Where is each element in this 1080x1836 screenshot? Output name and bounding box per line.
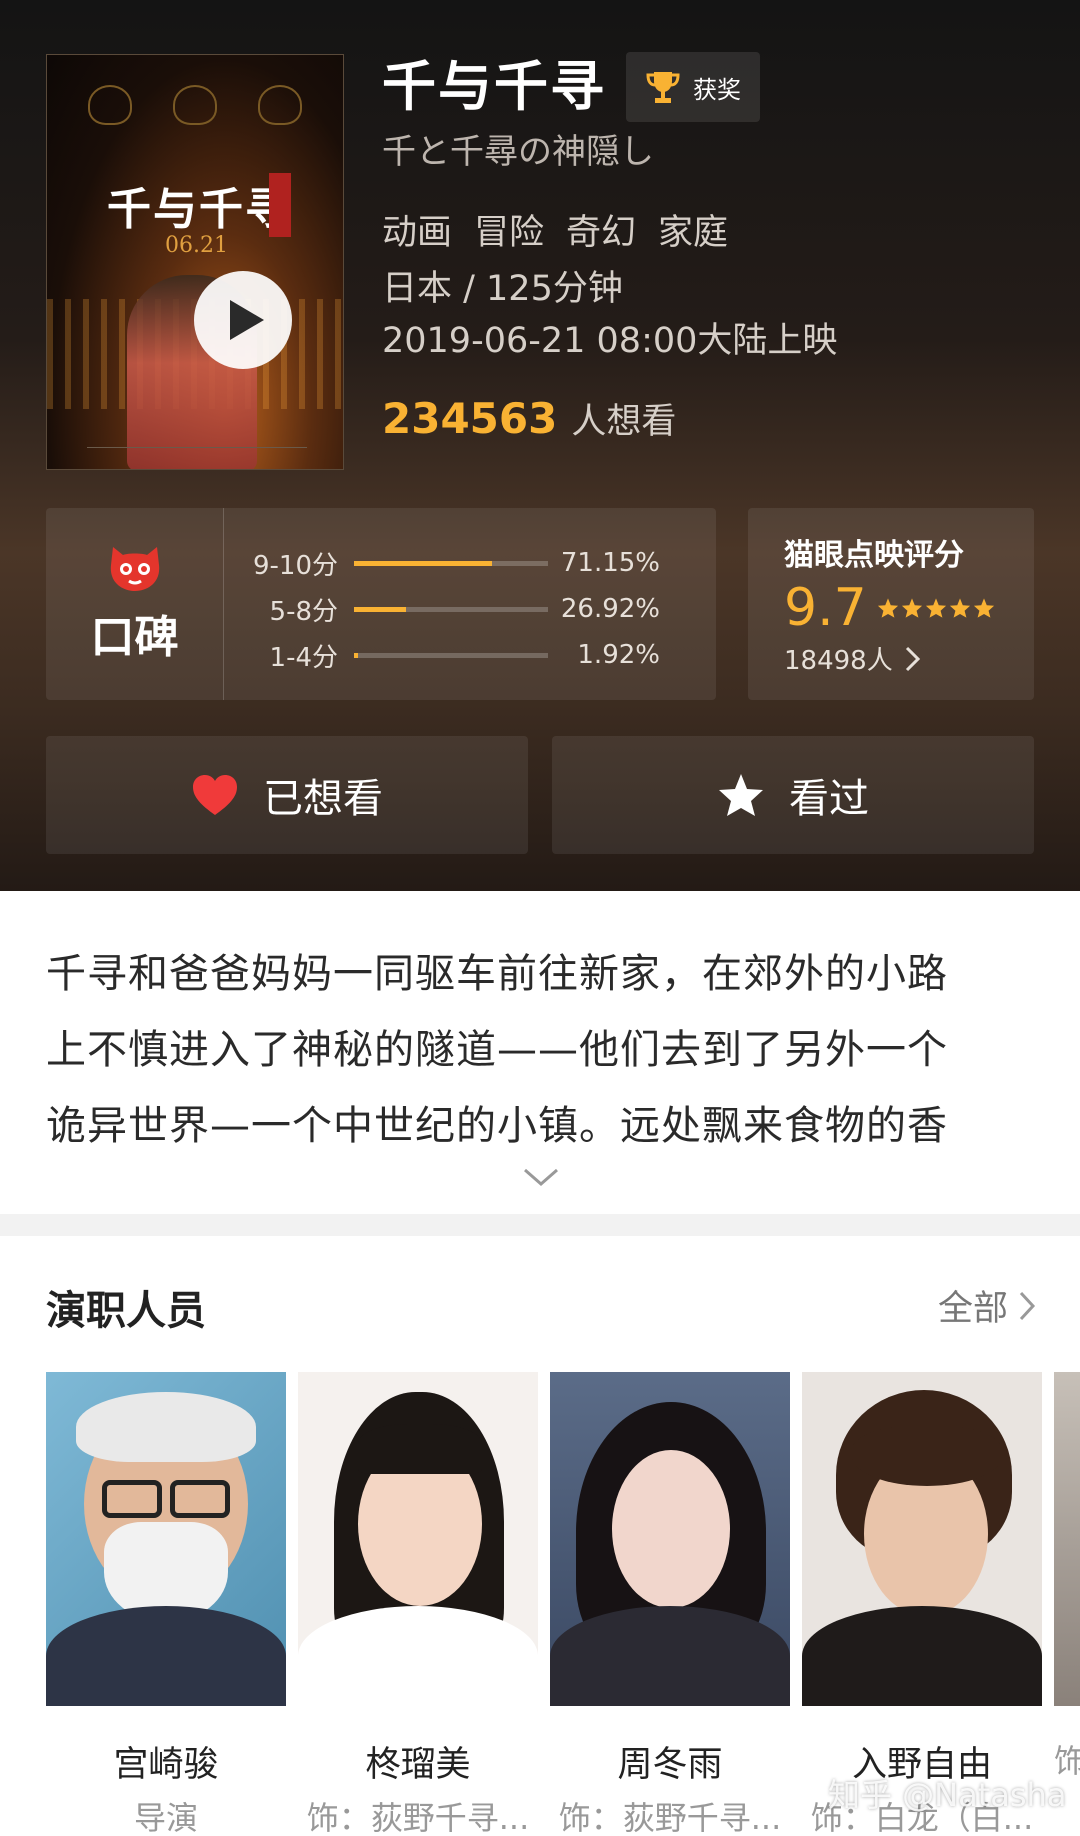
cast-name: 宫崎骏 bbox=[113, 1745, 219, 1785]
country-duration: 日本 / 125分钟 bbox=[382, 269, 623, 309]
cast-card[interactable]: 周冬雨 饰：荻野千寻... bbox=[550, 1372, 790, 1836]
poster-laurel bbox=[172, 85, 217, 125]
cast-card[interactable]: 宫崎骏 导演 bbox=[46, 1372, 286, 1836]
genre-tag: 冒险 bbox=[474, 213, 545, 253]
chevron-right-icon bbox=[1019, 1291, 1036, 1320]
poster-date: 06.21 bbox=[165, 233, 228, 258]
rating-star-icon bbox=[973, 598, 994, 618]
trophy-icon bbox=[646, 72, 680, 103]
poster-title: 千与千寻 bbox=[107, 184, 291, 235]
cast-view-all-label: 全部 bbox=[937, 1289, 1008, 1329]
poster-seal bbox=[269, 173, 291, 237]
score-value: 9.7 bbox=[784, 578, 867, 638]
cast-card[interactable]: 入野自由 饰：白龙（白... bbox=[802, 1372, 1042, 1836]
rating-row: 9-10分 71.15% bbox=[224, 540, 716, 586]
chevron-right-icon bbox=[905, 646, 920, 671]
rating-row: 5-8分 26.92% bbox=[224, 586, 716, 632]
rating-percent: 26.92% bbox=[560, 594, 660, 624]
rating-star-icon bbox=[949, 598, 970, 618]
chevron-down-icon bbox=[524, 1168, 558, 1186]
rating-star-icon bbox=[877, 598, 898, 618]
cast-name: 周冬雨 bbox=[617, 1745, 723, 1785]
award-label: 获奖 bbox=[693, 75, 741, 104]
cast-photo bbox=[46, 1372, 286, 1706]
cast-view-all[interactable]: 全部 bbox=[938, 1280, 1038, 1331]
synopsis-line: 诡异世界—一个中世纪的小镇。远处飘来食物的香 bbox=[46, 1103, 948, 1149]
score-title: 猫眼点映评分 bbox=[784, 538, 964, 573]
release-info: 2019-06-21 08:00大陆上映 bbox=[382, 321, 838, 361]
cast-card[interactable]: 饰 bbox=[1054, 1372, 1080, 1782]
rating-star-icon bbox=[901, 598, 922, 618]
cast-role: 饰：荻野千寻... bbox=[558, 1799, 782, 1836]
heart-icon bbox=[193, 775, 237, 815]
rating-bar-fill bbox=[354, 652, 358, 658]
genre-tag: 奇幻 bbox=[566, 213, 637, 253]
watermark: 知乎 @Natasha bbox=[828, 1776, 1067, 1814]
cast-list[interactable]: 宫崎骏 导演 柊瑠美 饰：荻野千寻... 周冬雨 饰：荻野千寻... 入野自由 … bbox=[46, 1372, 1080, 1836]
movie-poster[interactable]: 千与千寻 06.21 bbox=[46, 54, 344, 470]
synopsis-line: 上不慎进入了神秘的隧道——他们去到了另外一个 bbox=[46, 1027, 948, 1073]
rating-row: 1-4分 1.92% bbox=[224, 632, 716, 678]
movie-info: 千与千寻 获奖 千と千尋の神隠し 动画 冒险 奇幻 家庭 日本 / 125分钟 … bbox=[382, 52, 837, 444]
koubei-label: 口碑 bbox=[90, 612, 179, 663]
koubei-logo: 口碑 bbox=[46, 508, 224, 700]
cast-photo bbox=[550, 1372, 790, 1706]
synopsis-line: 千寻和爸爸妈妈一同驱车前往新家，在郊外的小路 bbox=[46, 951, 948, 997]
cast-name: 柊瑠美 bbox=[365, 1745, 471, 1785]
cast-photo bbox=[802, 1372, 1042, 1706]
rating-count: 18498人 bbox=[784, 646, 893, 676]
rating-percent: 71.15% bbox=[560, 548, 660, 578]
rating-range: 5-8分 bbox=[269, 596, 338, 627]
cast-section-title: 演职人员 bbox=[46, 1288, 206, 1334]
poster-laurel bbox=[258, 85, 303, 125]
wish-count: 234563 人想看 bbox=[382, 393, 837, 444]
cast-photo bbox=[298, 1372, 538, 1706]
cast-role: 饰：荻野千寻... bbox=[306, 1799, 530, 1836]
play-button[interactable] bbox=[194, 271, 292, 369]
want-to-see-label: 已想看 bbox=[263, 776, 383, 822]
cast-card[interactable]: 柊瑠美 饰：荻野千寻... bbox=[298, 1372, 538, 1836]
synopsis[interactable]: 千寻和爸爸妈妈一同驱车前往新家，在郊外的小路 上不慎进入了神秘的隧道——他们去到… bbox=[46, 936, 1036, 1164]
wish-suffix: 人想看 bbox=[571, 402, 677, 442]
rating-bar-fill bbox=[354, 606, 407, 612]
rating-percent: 1.92% bbox=[577, 640, 660, 670]
rating-star-icon bbox=[925, 598, 946, 618]
rating-distribution: 9-10分 71.15% 5-8分 26.92% 1-4分 1.92% bbox=[224, 540, 716, 678]
rating-range: 9-10分 bbox=[252, 550, 338, 581]
original-title: 千と千尋の神隠し bbox=[382, 132, 654, 172]
genre-tag: 家庭 bbox=[658, 213, 729, 253]
genre-list: 动画 冒险 奇幻 家庭 bbox=[382, 204, 837, 255]
rating-bar-fill bbox=[354, 560, 493, 566]
poster-credits bbox=[87, 447, 307, 461]
award-badge[interactable]: 获奖 bbox=[626, 52, 760, 122]
section-divider bbox=[0, 1214, 1080, 1236]
rating-bar bbox=[354, 652, 548, 658]
star-icon bbox=[719, 774, 763, 816]
rating-bar bbox=[354, 560, 548, 566]
genre-tag: 动画 bbox=[382, 213, 453, 253]
seen-button[interactable]: 看过 bbox=[552, 736, 1034, 854]
star-rating bbox=[877, 597, 995, 619]
want-to-see-button[interactable]: 已想看 bbox=[46, 736, 528, 854]
poster-laurel bbox=[87, 85, 132, 125]
wish-number: 234563 bbox=[382, 394, 558, 443]
rating-range: 1-4分 bbox=[269, 642, 338, 673]
movie-header: 千与千寻 06.21 千与千寻 获奖 千と千尋の神隠し 动画 冒险 奇幻 家庭 … bbox=[0, 0, 1080, 891]
cast-role: 导演 bbox=[133, 1799, 198, 1836]
maoyan-score-panel[interactable]: 猫眼点映评分 9.7 18498人 bbox=[748, 508, 1034, 700]
cast-photo bbox=[1054, 1372, 1080, 1706]
koubei-panel[interactable]: 口碑 9-10分 71.15% 5-8分 26.92% 1-4分 1.92% bbox=[46, 508, 716, 700]
maoyan-cat-icon bbox=[110, 547, 159, 591]
seen-label: 看过 bbox=[789, 776, 869, 822]
movie-title: 千与千寻 bbox=[382, 55, 606, 118]
rating-bar bbox=[354, 606, 548, 612]
play-icon bbox=[230, 300, 264, 340]
expand-synopsis-button[interactable] bbox=[522, 1166, 560, 1192]
